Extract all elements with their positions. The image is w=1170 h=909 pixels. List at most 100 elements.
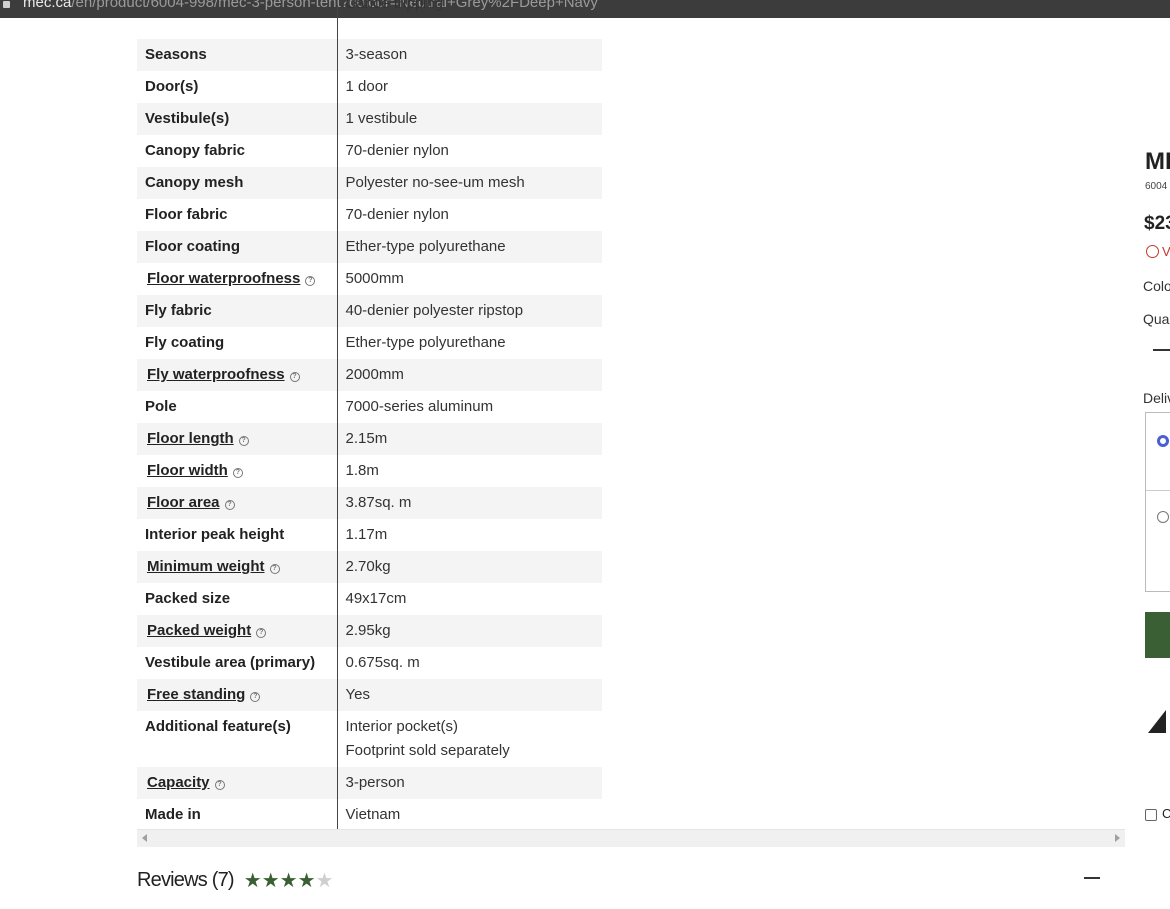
spec-key-label: Fly fabric	[145, 302, 212, 319]
spec-key: Vestibule area (primary)	[137, 647, 337, 679]
spec-key	[137, 5, 337, 39]
spec-key: Canopy mesh	[137, 167, 337, 199]
spec-value: 2.70kg	[336, 551, 602, 583]
spec-key: Made in	[137, 799, 337, 831]
spec-key-link[interactable]: Floor width	[145, 462, 228, 479]
site-info-icon[interactable]	[3, 1, 10, 8]
add-to-cart-button[interactable]	[1145, 612, 1170, 658]
product-code: 6004	[1145, 181, 1168, 192]
spec-key-link[interactable]: Packed weight	[145, 622, 251, 639]
spec-value-text: Vietnam	[345, 806, 401, 823]
spec-key: Canopy fabric	[137, 135, 337, 167]
help-icon[interactable]: ?	[214, 780, 225, 790]
spec-value: 3-season	[336, 39, 602, 71]
spec-key-link[interactable]: Free standing	[145, 686, 245, 703]
help-icon[interactable]: ?	[289, 372, 300, 382]
spec-row: Fly coating Ether-type polyurethane	[137, 327, 602, 359]
spec-value: 2.95kg	[336, 615, 602, 647]
spec-row: Floor area? 3.87sq. m	[137, 487, 602, 519]
spec-row: Pole 7000-series aluminum	[137, 391, 602, 423]
colour-label: Colo	[1143, 278, 1170, 294]
spec-value: Vietnam	[336, 799, 602, 831]
spec-row: Floor fabric 70-denier nylon	[137, 199, 602, 231]
spec-key: Packed weight?	[137, 615, 337, 647]
spec-key: Interior peak height	[137, 519, 337, 551]
spec-key-label: Interior peak height	[145, 526, 285, 543]
help-icon[interactable]: ?	[269, 564, 280, 574]
product-price: $23	[1144, 213, 1170, 234]
spec-value-text: 1 vestibule	[345, 110, 418, 127]
rating-stars: ★★★★★	[244, 868, 334, 893]
help-icon[interactable]: ?	[256, 628, 267, 638]
spec-value-text: 2.15m	[345, 430, 388, 447]
warning-icon	[1146, 245, 1159, 258]
help-icon[interactable]: ?	[238, 436, 249, 446]
spec-value-text: 5000mm	[345, 270, 404, 287]
spec-key-link[interactable]: Minimum weight	[145, 558, 265, 575]
spec-row: Packed size 49x17cm	[137, 583, 602, 615]
spec-key: Door(s)	[137, 71, 337, 103]
spec-value-text: 70-denier nylon	[345, 206, 449, 223]
delivery-label: Deliv	[1143, 390, 1170, 406]
help-icon[interactable]: ?	[305, 276, 316, 286]
spec-value-text: 49x17cm	[345, 590, 407, 607]
spec-value: 2000mm	[336, 359, 602, 391]
spec-row: Capacity? 3-person	[137, 767, 602, 799]
delivery-option-divider	[1146, 490, 1170, 491]
spec-value-text: 40-denier polyester ripstop	[345, 302, 524, 319]
spec-value: 7000-series aluminum	[336, 391, 602, 423]
spec-key: Seasons	[137, 39, 337, 71]
help-icon[interactable]: ?	[224, 500, 235, 510]
spec-row: Interior peak height 1.17m	[137, 519, 602, 551]
spec-row: Door(s) 1 door	[137, 71, 602, 103]
spec-key-link[interactable]: Capacity	[145, 774, 210, 791]
help-icon[interactable]: ?	[232, 468, 243, 478]
spec-key-label: Fly coating	[145, 334, 225, 351]
spec-key: Packed size	[137, 583, 337, 615]
spec-key-link[interactable]: Floor area	[145, 494, 220, 511]
spec-key-label: Made in	[145, 806, 201, 823]
spec-value: 1.8m	[336, 455, 602, 487]
spec-row: Canopy fabric 70-denier nylon	[137, 135, 602, 167]
spec-key: Floor width?	[137, 455, 337, 487]
spec-row: Canopy mesh Polyester no-see-um mesh	[137, 167, 602, 199]
spec-value: 1 door	[336, 71, 602, 103]
delivery-option-radio[interactable]	[1157, 511, 1169, 523]
spec-value-text: 2.95kg	[345, 622, 391, 639]
help-icon[interactable]: ?	[250, 692, 261, 702]
spec-key: Floor length?	[137, 423, 337, 455]
purchase-panel: MI 6004 $23 V Colo Qua Deliv C	[1140, 140, 1170, 840]
star-empty-icon: ★	[315, 869, 334, 892]
brand-logo-icon	[1148, 710, 1166, 733]
quantity-label: Qua	[1143, 311, 1170, 327]
reviews-header[interactable]: Reviews (7) ★★★★★	[137, 866, 333, 894]
scroll-right-arrow-icon[interactable]	[1115, 834, 1120, 842]
delivery-option-radio-selected[interactable]	[1157, 435, 1169, 447]
spec-row: Fly fabric 40-denier polyester ripstop	[137, 295, 602, 327]
spec-key: Fly coating	[137, 327, 337, 359]
spec-row: Minimum weight? 2.70kg	[137, 551, 602, 583]
spec-key-link[interactable]: Floor length	[145, 430, 234, 447]
horizontal-scrollbar[interactable]	[137, 829, 1125, 847]
spec-key-link[interactable]: Fly waterproofness	[145, 366, 285, 383]
scroll-left-arrow-icon[interactable]	[142, 834, 147, 842]
spec-value-text: 3.87sq. m	[345, 494, 412, 511]
spec-value-text: Yes	[345, 686, 370, 703]
spec-value: 3.87sq. m	[336, 487, 602, 519]
collapse-reviews-icon[interactable]	[1084, 877, 1100, 879]
spec-row: Floor width? 1.8m	[137, 455, 602, 487]
quantity-decrease-button[interactable]	[1153, 349, 1170, 351]
spec-row: Seasons 3-season	[137, 39, 602, 71]
spec-value: 1.17m	[336, 519, 602, 551]
spec-value: 40-denier polyester ripstop	[336, 295, 602, 327]
spec-key-label: Floor coating	[145, 238, 240, 255]
spec-key-label: Seasons	[145, 46, 207, 63]
reviews-title: Reviews (7)	[137, 868, 235, 891]
spec-key: Floor fabric	[137, 199, 337, 231]
option-checkbox[interactable]	[1145, 809, 1157, 821]
spec-value-text: 1 door	[345, 78, 389, 95]
spec-value-text: 1.17m	[345, 526, 388, 543]
spec-key-link[interactable]: Floor waterproofness	[145, 270, 300, 287]
spec-key-label: Additional feature(s)	[145, 718, 291, 735]
spec-key: Vestibule(s)	[137, 103, 337, 135]
